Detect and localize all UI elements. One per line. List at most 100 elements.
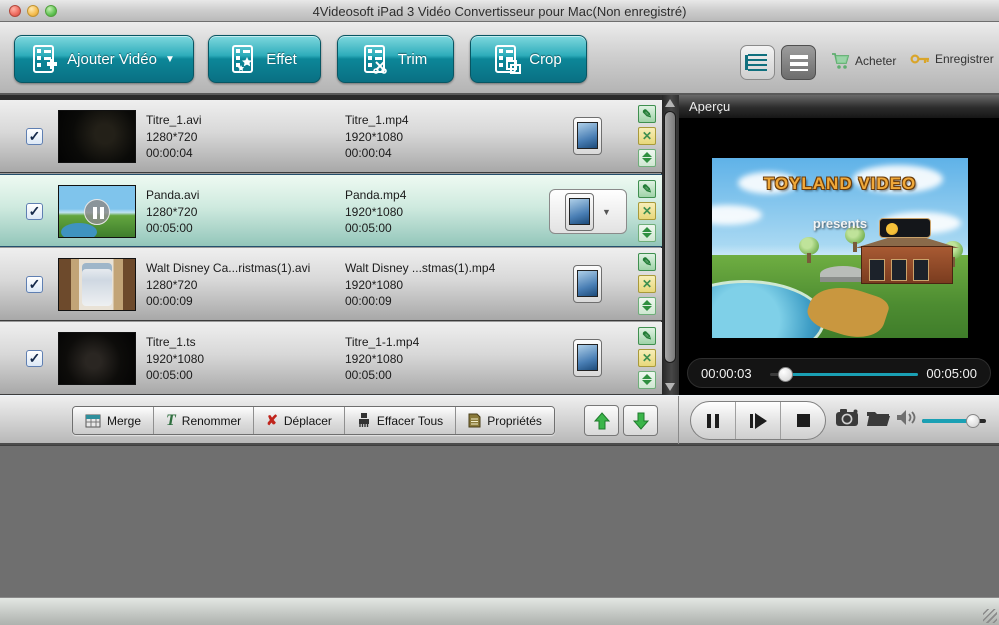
- elapsed-time: 00:00:03: [701, 366, 752, 381]
- trim-label: Trim: [398, 51, 427, 68]
- output-duration: 00:00:09: [345, 293, 540, 310]
- properties-button[interactable]: Propriétés: [455, 407, 554, 434]
- stop-button[interactable]: [780, 402, 825, 439]
- up-arrow-icon: [594, 412, 610, 430]
- video-preview[interactable]: TOYLAND VIDEO presents: [712, 158, 968, 338]
- source-info: Titre_1.ts 1920*1080 00:05:00: [146, 334, 341, 384]
- edit-row-icon[interactable]: ✎: [638, 253, 656, 271]
- source-duration: 00:05:00: [146, 367, 341, 384]
- actions-bar: Merge T Renommer ✘ Déplacer Effacer Tous: [0, 395, 999, 445]
- crop-label: Crop: [529, 51, 562, 68]
- video-file-list: ✓ Titre_1.avi 1280*720 00:00:04 Titre_1.…: [0, 95, 662, 395]
- reorder-row-icon[interactable]: [638, 371, 656, 389]
- remove-icon: ✘: [266, 412, 278, 429]
- effect-button[interactable]: Effet: [208, 35, 321, 83]
- delete-row-icon[interactable]: ✕: [638, 275, 656, 293]
- house-graphic: [861, 226, 953, 284]
- add-video-label: Ajouter Vidéo: [67, 51, 157, 68]
- brush-icon: [357, 413, 371, 428]
- scrollbar-thumb[interactable]: [664, 111, 676, 363]
- film-plus-icon: [33, 44, 59, 74]
- source-duration: 00:05:00: [146, 220, 341, 237]
- ipad-profile-icon[interactable]: [573, 265, 602, 303]
- properties-label: Propriétés: [487, 414, 542, 428]
- volume-slider[interactable]: [922, 419, 986, 423]
- resize-grip[interactable]: [983, 609, 997, 623]
- list-scrollbar[interactable]: [662, 95, 679, 395]
- delete-row-icon[interactable]: ✕: [638, 349, 656, 367]
- source-resolution: 1280*720: [146, 204, 341, 221]
- row-checkbox[interactable]: ✓: [26, 350, 43, 367]
- list-view-icon: [790, 55, 808, 71]
- output-name: Walt Disney ...stmas(1).mp4: [345, 260, 540, 277]
- add-video-button[interactable]: Ajouter Vidéo ▼: [14, 35, 194, 83]
- pause-overlay-icon: [84, 199, 110, 225]
- detail-view-icon: [748, 54, 767, 71]
- ipad-profile-icon: [565, 193, 594, 231]
- move-up-button[interactable]: [584, 405, 619, 436]
- snapshot-button[interactable]: [836, 408, 860, 432]
- video-row-panda-avi[interactable]: ✓ Panda.avi 1280*720 00:05:00 Panda.mp4 …: [0, 174, 662, 247]
- scroll-up-arrow[interactable]: [665, 99, 675, 107]
- output-info: Panda.mp4 1920*1080 00:05:00: [345, 187, 540, 237]
- delete-row-icon[interactable]: ✕: [638, 202, 656, 220]
- row-actions: ✎ ✕: [638, 180, 658, 246]
- crop-button[interactable]: Crop: [470, 35, 587, 83]
- row-checkbox[interactable]: ✓: [26, 203, 43, 220]
- document-icon: [468, 413, 481, 428]
- edit-row-icon[interactable]: ✎: [638, 105, 656, 123]
- main-toolbar: Ajouter Vidéo ▼ Effet Trim: [0, 22, 999, 95]
- status-bar: [0, 597, 999, 625]
- edit-row-icon[interactable]: ✎: [638, 180, 656, 198]
- row-checkbox[interactable]: ✓: [26, 128, 43, 145]
- detail-view-toggle[interactable]: [740, 45, 775, 80]
- output-resolution: 1920*1080: [345, 204, 540, 221]
- register-button[interactable]: Enregistrer: [910, 52, 994, 66]
- video-row-walt-disney-avi[interactable]: ✓ Walt Disney Ca...ristmas(1).avi 1280*7…: [0, 248, 662, 321]
- pause-button[interactable]: [691, 402, 735, 439]
- buy-button[interactable]: Acheter: [830, 52, 896, 70]
- seek-slider[interactable]: [770, 373, 918, 376]
- open-output-folder-button[interactable]: [866, 408, 891, 432]
- ipad-profile-dropdown[interactable]: ▼: [549, 189, 627, 234]
- mute-button[interactable]: [896, 408, 918, 432]
- row-actions: ✎ ✕: [638, 105, 658, 171]
- reorder-row-icon[interactable]: [638, 149, 656, 167]
- source-name: Walt Disney Ca...ristmas(1).avi: [146, 260, 341, 277]
- video-row-titre1-avi[interactable]: ✓ Titre_1.avi 1280*720 00:00:04 Titre_1.…: [0, 100, 662, 173]
- video-thumbnail: [58, 258, 136, 311]
- seek-track-fill: [786, 373, 918, 376]
- rename-button[interactable]: T Renommer: [153, 407, 253, 434]
- video-row-titre1-ts[interactable]: ✓ Titre_1.ts 1920*1080 00:05:00 Titre_1-…: [0, 322, 662, 395]
- row-actions: ✎ ✕: [638, 327, 658, 393]
- move-down-button[interactable]: [623, 405, 658, 436]
- scroll-down-arrow[interactable]: [665, 383, 675, 391]
- reorder-row-icon[interactable]: [638, 224, 656, 242]
- film-scissors-icon: [364, 44, 390, 74]
- ipad-profile-icon[interactable]: [573, 117, 602, 155]
- seek-bar-container: 00:00:03 00:05:00: [687, 358, 991, 388]
- clear-all-button[interactable]: Effacer Tous: [344, 407, 455, 434]
- rename-icon: T: [166, 412, 176, 430]
- delete-row-icon[interactable]: ✕: [638, 127, 656, 145]
- remove-button[interactable]: ✘ Déplacer: [253, 407, 344, 434]
- trim-button[interactable]: Trim: [337, 35, 454, 83]
- clear-all-label: Effacer Tous: [377, 414, 443, 428]
- actions-divider: [678, 396, 679, 444]
- seek-knob[interactable]: [778, 367, 793, 382]
- list-view-toggle[interactable]: [781, 45, 816, 80]
- preview-header: Aperçu: [679, 95, 999, 119]
- source-resolution: 1920*1080: [146, 351, 341, 368]
- reorder-row-icon[interactable]: [638, 297, 656, 315]
- output-info: Walt Disney ...stmas(1).mp4 1920*1080 00…: [345, 260, 540, 310]
- merge-button[interactable]: Merge: [73, 407, 153, 434]
- row-checkbox[interactable]: ✓: [26, 276, 43, 293]
- edit-row-icon[interactable]: ✎: [638, 327, 656, 345]
- source-name: Titre_1.avi: [146, 112, 341, 129]
- list-action-buttons: Merge T Renommer ✘ Déplacer Effacer Tous: [72, 406, 555, 435]
- down-arrow-icon: [633, 412, 649, 430]
- step-forward-button[interactable]: [735, 402, 780, 439]
- volume-knob[interactable]: [966, 414, 980, 428]
- ipad-profile-icon[interactable]: [573, 339, 602, 377]
- folder-icon: [866, 408, 891, 427]
